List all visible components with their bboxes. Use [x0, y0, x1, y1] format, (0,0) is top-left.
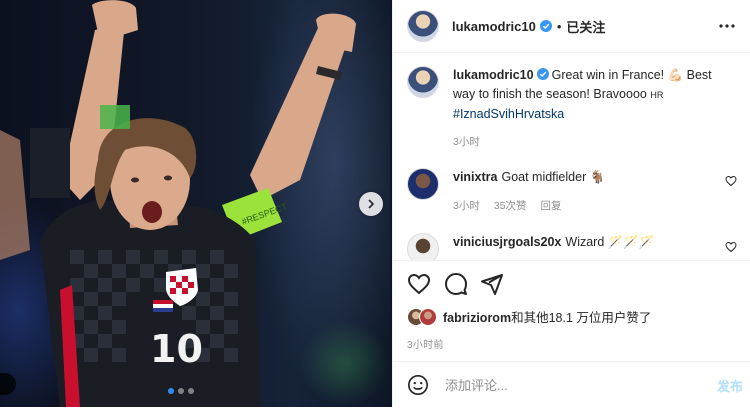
- post-timestamp: 3小时前: [407, 340, 444, 351]
- caption: lukamodric10 Great win in France! 💪🏻 Best…: [407, 66, 723, 152]
- post-header: lukamodric10 • 已关注: [393, 0, 750, 53]
- comment-text: Goat midfielder 🐐: [501, 170, 606, 184]
- comment-icon[interactable]: [444, 272, 468, 296]
- add-comment-bar: 发布: [393, 361, 750, 408]
- carousel-dot: [168, 388, 174, 394]
- comment-like-heart-icon[interactable]: [725, 175, 737, 187]
- comment-like-heart-icon[interactable]: [725, 241, 737, 253]
- player-illustration: #RESPECT 10: [0, 0, 356, 407]
- comment-text: Wizard 🪄🪄🪄: [565, 235, 655, 249]
- comment-item: vinixtra Goat midfielder 🐐 3小时 35次赞 回复: [407, 168, 723, 216]
- chevron-right-icon: [368, 199, 375, 209]
- verified-badge-icon: [536, 68, 549, 80]
- comment-time: 3小时: [453, 200, 480, 212]
- jersey-number: 10: [150, 327, 203, 371]
- avatar[interactable]: [407, 10, 439, 42]
- liker-username[interactable]: fabriziorom: [443, 311, 511, 325]
- caption-username[interactable]: lukamodric10: [453, 68, 534, 82]
- share-icon[interactable]: [480, 272, 504, 296]
- avatar[interactable]: [407, 168, 439, 200]
- caption-hashtag[interactable]: #IznadSvihHrvatska: [453, 107, 564, 121]
- caption-flag-text: HR: [650, 90, 664, 100]
- likes-summary[interactable]: fabriziorom和其他18.1 万位用户赞了: [407, 307, 651, 326]
- avatar[interactable]: [407, 233, 439, 260]
- post-comment-button[interactable]: 发布: [717, 376, 743, 395]
- more-dots-icon: [719, 24, 735, 28]
- emoji-icon[interactable]: [407, 374, 429, 396]
- comment-username[interactable]: vinixtra: [453, 170, 497, 184]
- liker-avatar: [419, 307, 437, 326]
- carousel-dot: [188, 388, 194, 394]
- likes-count-text: 和其他18.1 万位用户赞了: [511, 311, 652, 325]
- avatar[interactable]: [407, 66, 439, 98]
- separator-dot: •: [556, 18, 562, 34]
- carousel-next-button[interactable]: [359, 192, 383, 216]
- comment-likes[interactable]: 35次赞: [494, 197, 527, 216]
- caption-time: 3小时: [453, 136, 480, 148]
- carousel-dots: [168, 388, 194, 394]
- header-username[interactable]: lukamodric10: [452, 19, 536, 34]
- heart-icon[interactable]: [407, 272, 431, 296]
- comment-input[interactable]: [443, 376, 697, 394]
- more-options-button[interactable]: [717, 16, 737, 36]
- reply-button[interactable]: 回复: [541, 197, 562, 216]
- post-actions-bar: [393, 260, 750, 307]
- carousel-dot: [178, 388, 184, 394]
- verified-badge-icon: [539, 20, 552, 32]
- post-side-panel: lukamodric10 • 已关注 lukamodric10 Great win…: [392, 0, 750, 407]
- comment-username[interactable]: viniciusjrgoals20x: [453, 235, 561, 249]
- following-button[interactable]: 已关注: [566, 17, 605, 36]
- comment-item: viniciusjrgoals20x Wizard 🪄🪄🪄: [407, 233, 723, 260]
- comments-section[interactable]: lukamodric10 Great win in France! 💪🏻 Best…: [393, 53, 750, 260]
- post-photo[interactable]: #RESPECT 10: [0, 0, 392, 407]
